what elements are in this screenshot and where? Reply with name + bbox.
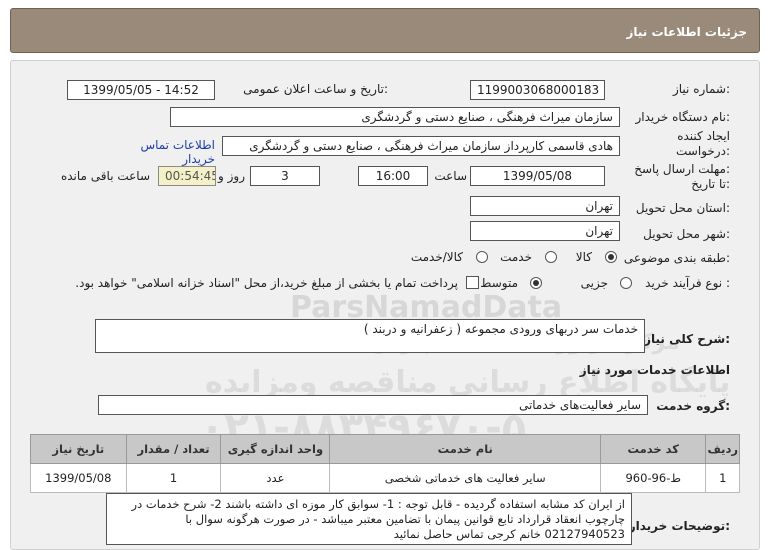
category-radio-service[interactable] xyxy=(545,251,557,263)
process-label: نوع فرآیند خرید : xyxy=(645,276,730,290)
deadline-label-line1: مهلت ارسال پاسخ: xyxy=(634,162,730,176)
buyer-notes-box: از ایران کد مشابه استفاده گردیده - قابل … xyxy=(106,493,632,545)
city-field: تهران xyxy=(470,221,620,241)
category-radio-both[interactable] xyxy=(476,251,488,263)
table-header-row: ردیف کد خدمت نام خدمت واحد اندازه گیری ت… xyxy=(30,434,740,464)
col-header-service-name: نام خدمت xyxy=(329,434,601,464)
category-option-both: کالا/خدمت xyxy=(410,250,463,264)
creator-label-line2: درخواست: xyxy=(676,144,730,158)
category-radio-goods[interactable] xyxy=(605,251,617,263)
buyer-contact-link[interactable]: اطلاعات تماس خریدار xyxy=(107,138,215,166)
buyer-notes-label: توضیحات خریدار: xyxy=(628,519,730,533)
process-radio-medium[interactable] xyxy=(530,277,542,289)
deadline-time-label: ساعت xyxy=(434,169,467,183)
deadline-date-field: 1399/05/08 xyxy=(470,166,605,186)
general-desc-label: شرح کلی نیاز: xyxy=(644,332,730,346)
days-label: روز و xyxy=(218,169,245,183)
announce-label: تاریخ و ساعت اعلان عمومی: xyxy=(243,82,388,96)
deadline-time-field: 16:00 xyxy=(358,166,428,186)
service-group-label: گروه خدمت: xyxy=(656,399,730,413)
general-desc-text: خدمات سر دربهای ورودی مجموعه ( زعفرانیه … xyxy=(363,322,638,336)
buyer-notes-text: از ایران کد مشابه استفاده گردیده - قابل … xyxy=(131,497,625,541)
city-label: شهر محل تحویل: xyxy=(643,227,730,241)
services-table: ردیف کد خدمت نام خدمت واحد اندازه گیری ت… xyxy=(30,434,740,493)
process-option-minor: جزیی xyxy=(580,276,608,290)
services-info-title: اطلاعات خدمات مورد نیاز xyxy=(579,363,730,377)
creator-label-line1: ایجاد کننده xyxy=(677,129,730,143)
days-field: 3 xyxy=(250,166,320,186)
category-option-goods: کالا xyxy=(575,250,592,264)
need-number-label: شماره نیاز: xyxy=(672,82,730,96)
process-option-medium: متوسط xyxy=(480,276,518,290)
buyer-label: نام دستگاه خریدار: xyxy=(635,110,731,124)
cell-row-number: 1 xyxy=(705,463,740,493)
treasury-payment-note: پرداخت تمام یا بخشی از مبلغ خرید،از محل … xyxy=(75,276,458,290)
page-header: جزئیات اطلاعات نیاز xyxy=(10,8,760,53)
col-header-unit: واحد اندازه گیری xyxy=(220,434,331,464)
cell-need-date: 1399/05/08 xyxy=(30,463,127,493)
cell-quantity: 1 xyxy=(125,463,222,493)
remaining-time-field: 00:54:45 xyxy=(158,166,216,186)
col-header-service-code: کد خدمت xyxy=(599,434,707,464)
cell-unit: عدد xyxy=(220,463,331,493)
category-option-service: خدمت xyxy=(500,250,532,264)
col-header-need-date: تاریخ نیاز xyxy=(30,434,127,464)
need-number-field: 1199003068000183 xyxy=(470,80,605,100)
service-group-field: سایر فعالیت‌های خدماتی xyxy=(98,395,648,415)
province-field: تهران xyxy=(470,196,620,216)
treasury-payment-checkbox[interactable] xyxy=(466,276,479,289)
table-row: 1 ط-96-960 سایر فعالیت های خدماتی شخصی ع… xyxy=(30,463,740,493)
cell-service-code: ط-96-960 xyxy=(599,463,707,493)
province-label: استان محل تحویل: xyxy=(635,201,730,215)
announce-field: 1399/05/05 - 14:52 xyxy=(67,80,215,100)
general-desc-field: خدمات سر دربهای ورودی مجموعه ( زعفرانیه … xyxy=(95,319,645,353)
creator-field: هادی قاسمی کارپرداز سازمان میراث فرهنگی … xyxy=(222,136,620,156)
category-label: طبقه بندی موضوعی: xyxy=(623,251,730,265)
remaining-time-label: ساعت باقی مانده xyxy=(60,169,150,183)
cell-service-name: سایر فعالیت های خدماتی شخصی xyxy=(329,463,601,493)
deadline-label-line2: تا تاریخ: xyxy=(691,177,730,191)
buyer-field: سازمان میراث فرهنگی ، صنایع دستی و گردشگ… xyxy=(170,107,620,127)
col-header-row-number: ردیف xyxy=(705,434,740,464)
col-header-quantity: تعداد / مقدار xyxy=(125,434,222,464)
process-radio-minor[interactable] xyxy=(620,277,632,289)
page-title: جزئیات اطلاعات نیاز xyxy=(626,25,747,39)
